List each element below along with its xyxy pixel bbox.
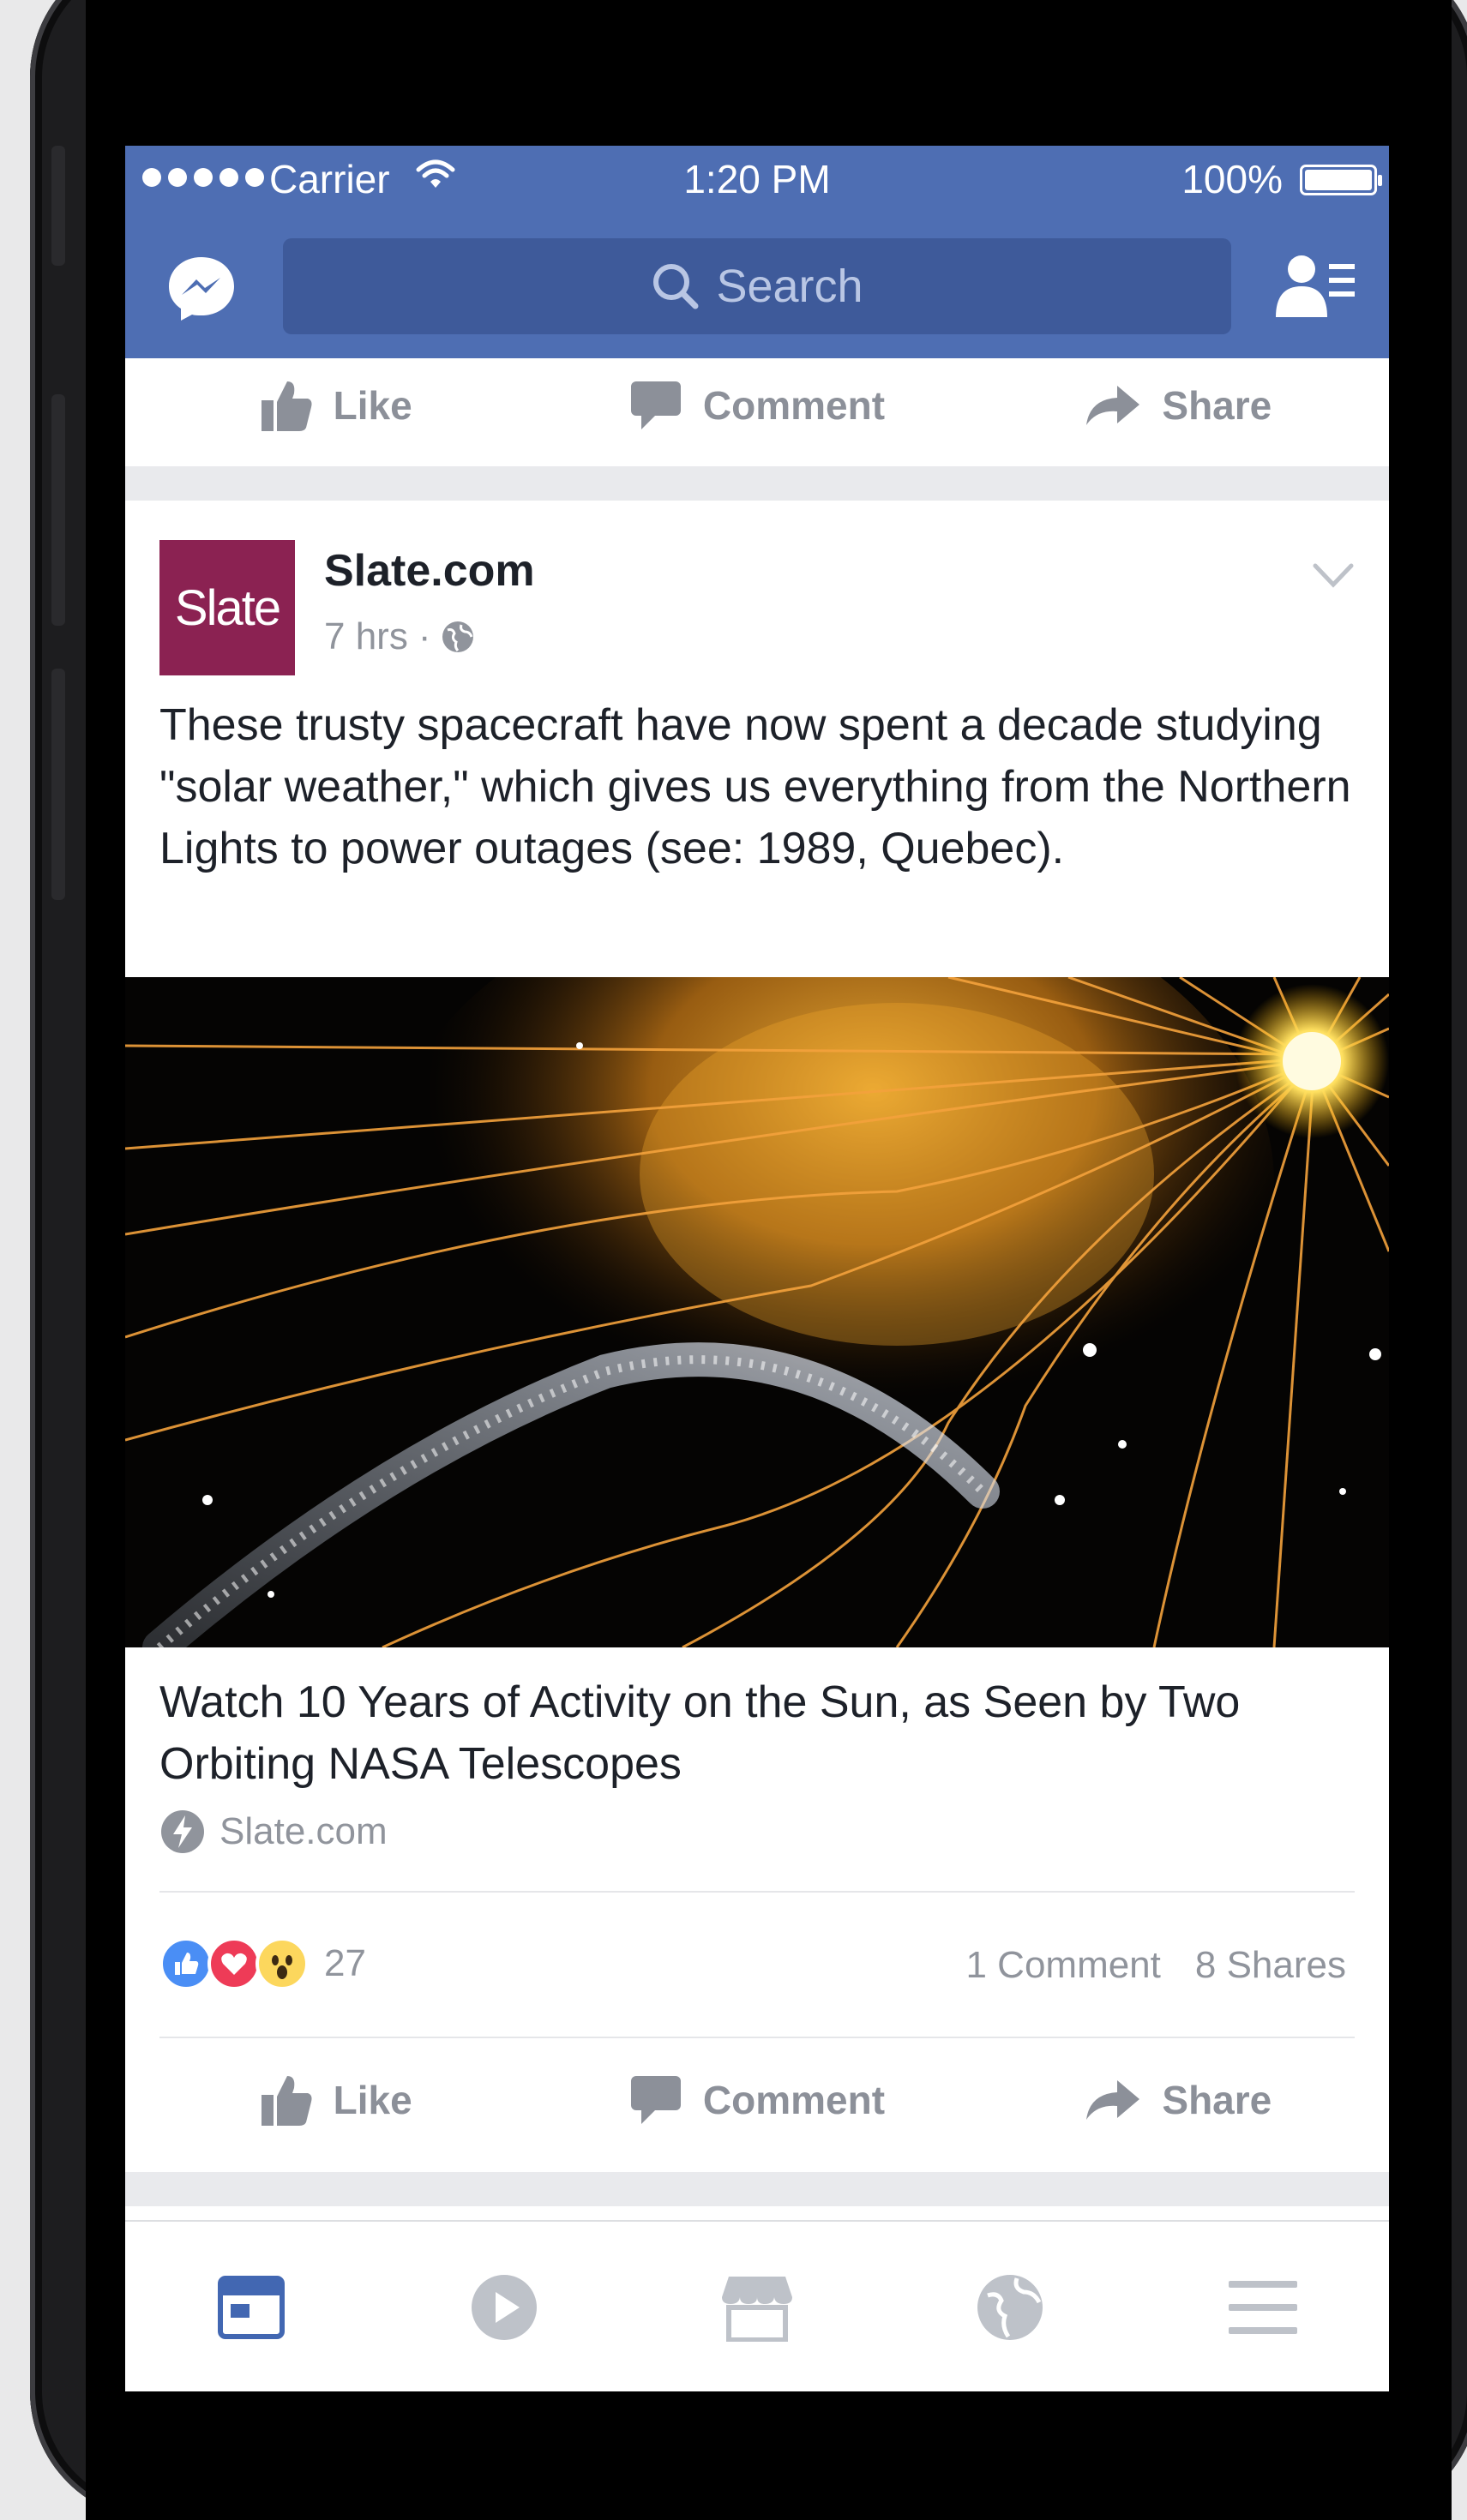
status-bar: Carrier 1:20 PM 100% <box>125 146 1389 206</box>
thumbs-up-icon <box>261 381 312 431</box>
search-icon <box>653 264 699 309</box>
like-button[interactable]: Like <box>125 2040 546 2160</box>
link-source: Slate.com <box>159 1809 388 1855</box>
feed-separator <box>125 2172 1389 2206</box>
battery-icon <box>1300 165 1382 195</box>
tab-menu[interactable] <box>1136 2222 1389 2391</box>
shares-count-link[interactable]: 8 Shares <box>1195 1944 1346 1987</box>
divider <box>159 2037 1355 2038</box>
meta-separator: · <box>418 615 431 657</box>
share-arrow-icon <box>1086 2080 1140 2120</box>
tab-video[interactable] <box>378 2222 631 2391</box>
comment-icon <box>630 381 681 429</box>
thumbs-up-icon <box>261 2076 312 2126</box>
instant-article-bolt-icon <box>161 1810 204 1853</box>
engagement-counts: 1 Comment 8 Shares <box>965 1944 1346 1987</box>
chevron-down-icon[interactable] <box>1312 561 1355 591</box>
tab-marketplace[interactable] <box>631 2222 884 2391</box>
tab-news-feed[interactable] <box>125 2222 378 2391</box>
logo-text: Slate <box>174 579 281 636</box>
comment-label: Comment <box>702 383 886 428</box>
share-label: Share <box>1162 2078 1272 2122</box>
reactions-summary[interactable]: 27 <box>159 1937 366 1990</box>
like-button[interactable]: Like <box>125 358 546 453</box>
share-button[interactable]: Share <box>968 2040 1389 2160</box>
messenger-icon[interactable] <box>166 254 237 324</box>
comment-label: Comment <box>702 2078 886 2122</box>
post-actions: Like Comment Share <box>125 2040 1389 2160</box>
battery-percent: 100% <box>1181 157 1283 201</box>
sun-activity-image[interactable] <box>125 977 1389 1647</box>
marketplace-icon <box>721 2277 792 2342</box>
news-feed-icon <box>218 2276 286 2339</box>
bottom-tab-bar <box>125 2220 1389 2391</box>
link-source-label: Slate.com <box>219 1810 388 1852</box>
share-arrow-icon <box>1086 386 1140 425</box>
comment-button[interactable]: Comment <box>546 2040 967 2160</box>
comment-button[interactable]: Comment <box>546 358 967 453</box>
like-reaction-icon <box>159 1937 213 1990</box>
volume-down-button <box>51 669 65 900</box>
wow-reaction-icon <box>256 1937 309 1990</box>
share-label: Share <box>1162 383 1272 428</box>
friend-requests-icon[interactable] <box>1272 252 1358 321</box>
top-nav-bar: Carrier 1:20 PM 100% Search <box>125 146 1389 358</box>
post-text: These trusty spacecraft have now spent a… <box>159 700 1351 873</box>
post-timestamp[interactable]: 7 hrs <box>324 615 408 658</box>
globe-icon <box>442 621 474 652</box>
search-placeholder: Search <box>716 261 863 312</box>
app-screen: Carrier 1:20 PM 100% Search Like Comment… <box>125 146 1389 2391</box>
divider <box>159 1891 1355 1893</box>
menu-icon <box>1228 2281 1297 2334</box>
feed-separator <box>125 466 1389 501</box>
mute-switch <box>51 146 65 266</box>
like-label: Like <box>333 383 412 428</box>
tab-notifications[interactable] <box>883 2222 1136 2391</box>
comments-count-link[interactable]: 1 Comment <box>965 1944 1160 1987</box>
reaction-count: 27 <box>324 1942 366 1984</box>
notifications-globe-icon <box>977 2275 1043 2340</box>
page-avatar[interactable]: Slate <box>159 540 295 675</box>
post-meta: 7 hrs · <box>324 615 475 658</box>
comment-icon <box>630 2076 681 2124</box>
previous-post-actions: Like Comment Share <box>125 358 1389 453</box>
search-bar[interactable]: Search <box>283 238 1231 334</box>
video-icon <box>472 2275 538 2340</box>
volume-up-button <box>51 394 65 626</box>
share-button[interactable]: Share <box>968 358 1389 453</box>
like-label: Like <box>333 2078 412 2122</box>
love-reaction-icon <box>207 1937 261 1990</box>
link-title[interactable]: Watch 10 Years of Activity on the Sun, a… <box>159 1671 1360 1795</box>
page-name-link[interactable]: Slate.com <box>324 545 535 597</box>
